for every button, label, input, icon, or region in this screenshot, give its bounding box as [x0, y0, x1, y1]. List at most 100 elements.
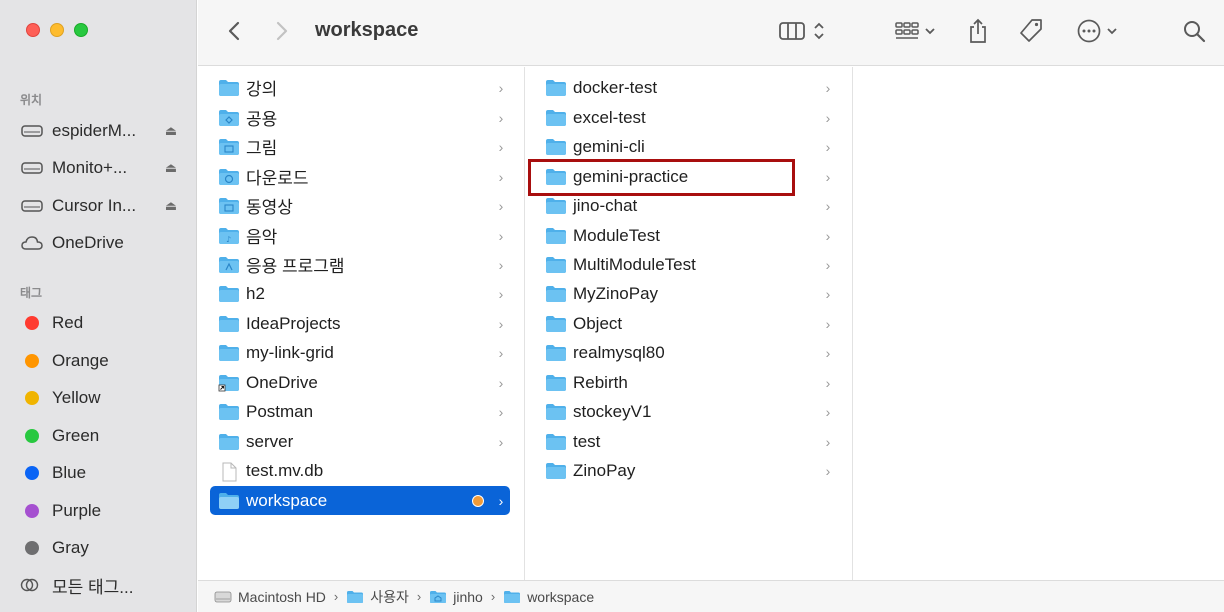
list-item-folder[interactable]: stockeyV1 ›	[537, 397, 837, 426]
sidebar-tag-yellow[interactable]: Yellow	[20, 383, 180, 413]
minimize-window-button[interactable]	[50, 23, 64, 37]
list-item-folder[interactable]: MyZinoPay ›	[537, 279, 837, 308]
list-item-folder[interactable]: jino-chat ›	[537, 191, 837, 220]
sidebar-item-onedrive[interactable]: OneDrive	[20, 228, 180, 258]
list-item-folder[interactable]: 그림 ›	[210, 132, 510, 161]
item-label: 동영상	[246, 198, 293, 217]
chevron-right-icon: ›	[498, 492, 504, 509]
sidebar-tag-blue[interactable]: Blue	[20, 458, 180, 488]
path-segment-label: Macintosh HD	[238, 588, 326, 605]
list-item-folder[interactable]: IdeaProjects ›	[210, 309, 510, 338]
list-item-folder[interactable]: Object ›	[537, 309, 837, 338]
music-folder-icon: ♪	[218, 227, 240, 245]
item-label: 다운로드	[246, 169, 309, 188]
view-mode-button[interactable]	[774, 16, 830, 46]
share-icon	[970, 18, 986, 43]
item-label: 강의	[246, 80, 278, 99]
list-item-folder[interactable]: ♪ 음악 ›	[210, 221, 510, 250]
list-item-folder[interactable]: test ›	[537, 427, 837, 456]
folder-icon	[545, 315, 567, 333]
tag-label: Red	[52, 313, 84, 332]
chevron-right-icon: ›	[825, 344, 831, 361]
chevron-right-icon: ›	[498, 197, 504, 214]
list-item-folder[interactable]: Postman ›	[210, 397, 510, 426]
zoom-window-button[interactable]	[74, 23, 88, 37]
eject-icon[interactable]: ⏏	[162, 198, 180, 214]
path-segment-workspace[interactable]: workspace	[503, 589, 594, 605]
list-item-folder[interactable]: 강의 ›	[210, 73, 510, 102]
list-item-folder[interactable]: MultiModuleTest ›	[537, 250, 837, 279]
browser-column-home[interactable]: 강의 › 공용 › 그림 › 다운로드 › 동영상 › ♪ 음악 › 응용 프로…	[198, 67, 525, 580]
list-item-folder[interactable]: Rebirth ›	[537, 368, 837, 397]
chevron-right-icon: ›	[498, 109, 504, 126]
path-segment-label: workspace	[527, 588, 595, 605]
item-label: excel-test	[573, 107, 646, 127]
list-item-file[interactable]: test.mv.db	[210, 456, 510, 485]
eject-icon[interactable]: ⏏	[162, 123, 180, 139]
list-item-folder[interactable]: 동영상 ›	[210, 191, 510, 220]
list-item-folder[interactable]: excel-test ›	[537, 103, 837, 132]
list-item-folder[interactable]: docker-test ›	[537, 73, 837, 102]
back-button[interactable]	[220, 16, 248, 46]
path-segment-users[interactable]: 사용자	[346, 587, 409, 607]
chevron-right-icon: ›	[825, 462, 831, 479]
pictures-folder-icon	[218, 138, 240, 156]
list-item-folder[interactable]: h2 ›	[210, 279, 510, 308]
list-item-folder[interactable]: gemini-cli ›	[537, 132, 837, 161]
list-item-folder[interactable]: 응용 프로그램 ›	[210, 250, 510, 279]
list-item-folder[interactable]: 다운로드 ›	[210, 162, 510, 191]
path-segment-macintosh-hd[interactable]: Macintosh HD	[214, 589, 326, 605]
folder-icon	[545, 227, 567, 245]
sidebar-item-location[interactable]: espiderM... ⏏	[20, 116, 180, 146]
chevron-down-icon	[1107, 28, 1117, 35]
item-label: IdeaProjects	[246, 313, 341, 333]
sidebar-tag-red[interactable]: Red	[20, 308, 180, 338]
sidebar-item-location[interactable]: Monito+... ⏏	[20, 153, 180, 183]
sidebar-item-location[interactable]: Cursor In... ⏏	[20, 191, 180, 221]
all-tags-icon	[20, 575, 44, 595]
close-window-button[interactable]	[26, 23, 40, 37]
chevron-right-icon: ›	[498, 433, 504, 450]
sidebar-tag-green[interactable]: Green	[20, 421, 180, 451]
chevron-right-icon: ›	[825, 227, 831, 244]
browser-column-workspace[interactable]: docker-test › excel-test › gemini-cli › …	[525, 67, 853, 580]
list-item-folder[interactable]: realmysql80 ›	[537, 338, 837, 367]
item-label: ZinoPay	[573, 460, 636, 480]
forward-button[interactable]	[268, 16, 296, 46]
applications-folder-icon	[218, 256, 240, 274]
more-actions-button[interactable]	[1072, 16, 1122, 46]
item-label: stockeyV1	[573, 401, 652, 421]
path-separator: ›	[333, 589, 339, 604]
path-separator: ›	[490, 589, 496, 604]
search-button[interactable]	[1180, 16, 1208, 46]
folder-icon	[545, 374, 567, 392]
shared-folder-icon	[218, 109, 240, 127]
list-item-folder-highlighted[interactable]: gemini-practice ›	[537, 162, 837, 191]
list-item-folder[interactable]: server ›	[210, 427, 510, 456]
item-label: MyZinoPay	[573, 283, 659, 303]
list-item-folder[interactable]: ZinoPay ›	[537, 456, 837, 485]
list-item-folder[interactable]: OneDrive ›	[210, 368, 510, 397]
list-item-folder-selected[interactable]: workspace ›	[210, 486, 510, 515]
browser-column-empty[interactable]	[853, 67, 1224, 580]
ellipsis-circle-icon	[1077, 19, 1101, 43]
eject-icon[interactable]: ⏏	[162, 160, 180, 176]
folder-icon	[545, 344, 567, 362]
share-button[interactable]	[964, 16, 992, 46]
item-label: test.mv.db	[246, 460, 324, 480]
sidebar-tag-orange[interactable]: Orange	[20, 346, 180, 376]
group-button[interactable]	[890, 16, 940, 46]
sidebar: 위치 espiderM... ⏏ Monito+... ⏏ Cursor In.…	[0, 0, 197, 612]
sidebar-all-tags[interactable]: 모든 태그...	[20, 570, 180, 600]
sidebar-tag-gray[interactable]: Gray	[20, 533, 180, 563]
chevron-right-icon: ›	[825, 138, 831, 155]
tag-color-dot	[25, 541, 39, 555]
sidebar-tag-purple[interactable]: Purple	[20, 496, 180, 526]
path-segment-jinho[interactable]: jinho	[429, 589, 483, 605]
chevron-right-icon: ›	[498, 227, 504, 244]
chevron-right-icon: ›	[498, 403, 504, 420]
list-item-folder[interactable]: ModuleTest ›	[537, 221, 837, 250]
list-item-folder[interactable]: 공용 ›	[210, 103, 510, 132]
list-item-folder[interactable]: my-link-grid ›	[210, 338, 510, 367]
tag-button[interactable]	[1016, 16, 1046, 46]
